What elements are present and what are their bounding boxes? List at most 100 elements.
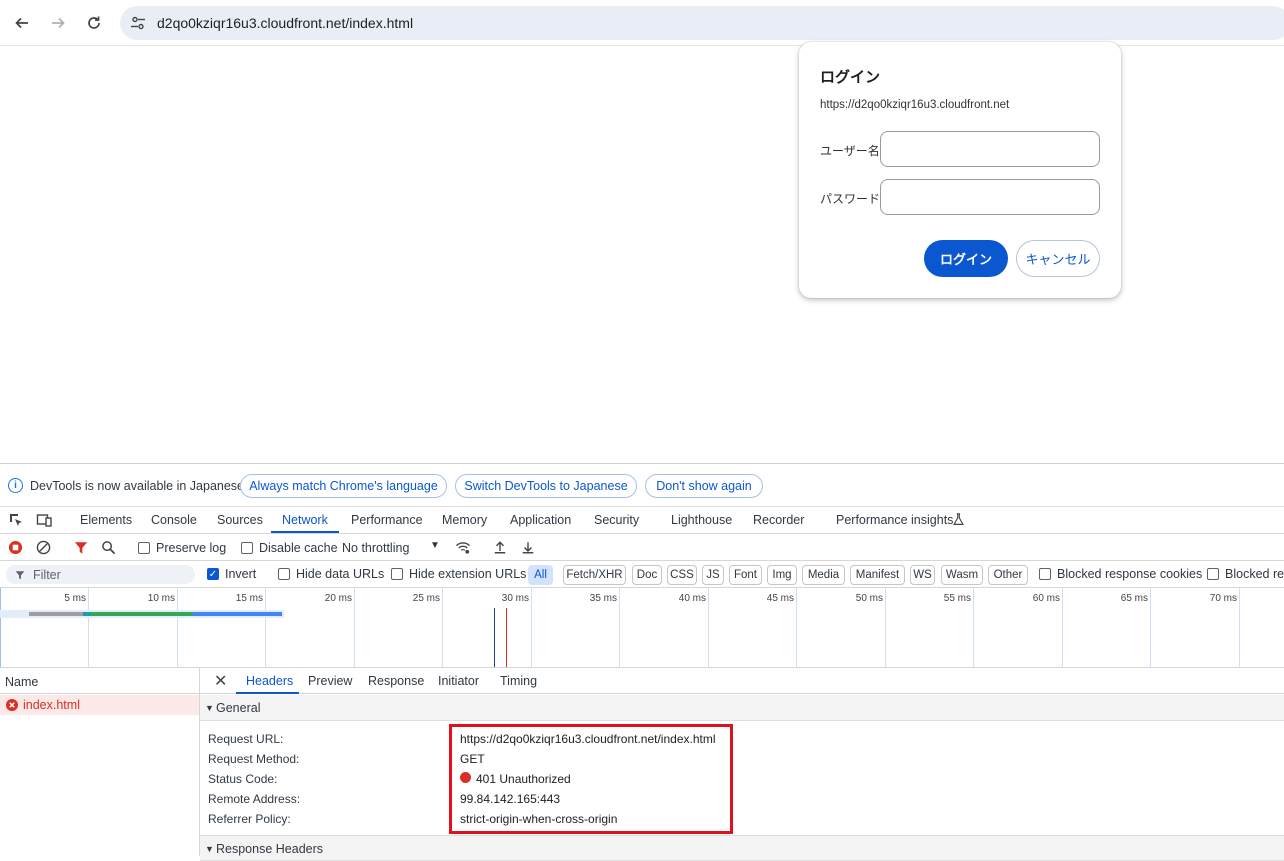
clear-icon[interactable] (36, 540, 51, 555)
filter-type-other[interactable]: Other (988, 565, 1028, 585)
filter-bar: Filter ✓ Invert Hide data URLs Hide exte… (0, 561, 1284, 588)
tab-recorder[interactable]: Recorder (753, 513, 804, 527)
switch-to-japanese-button[interactable]: Switch DevTools to Japanese (455, 474, 637, 498)
tick-label: 40 ms (678, 593, 706, 604)
dont-show-again-button[interactable]: Don't show again (645, 474, 763, 498)
login-button[interactable]: ログイン (924, 240, 1008, 277)
reload-button[interactable] (82, 11, 106, 35)
tick-label: 5 ms (64, 593, 86, 604)
tick-label: 70 ms (1209, 593, 1237, 604)
tab-initiator[interactable]: Initiator (438, 674, 479, 688)
language-infobar: i DevTools is now available in Japanese!… (0, 464, 1284, 507)
import-har-icon[interactable] (493, 540, 507, 555)
tab-elements[interactable]: Elements (80, 513, 132, 527)
hide-extension-urls-checkbox[interactable] (391, 568, 403, 580)
filter-input[interactable]: Filter (6, 565, 195, 584)
tab-memory[interactable]: Memory (442, 513, 487, 527)
tick-line (973, 588, 974, 667)
network-conditions-icon[interactable] (455, 540, 471, 555)
tick-label: 20 ms (324, 593, 352, 604)
back-button[interactable] (10, 11, 34, 35)
filter-icon[interactable] (74, 540, 88, 555)
tab-headers[interactable]: Headers (246, 674, 293, 688)
throttling-select[interactable]: No throttling (342, 541, 409, 555)
tick-label: 10 ms (147, 593, 175, 604)
tick-line (531, 588, 532, 667)
tab-performance[interactable]: Performance (351, 513, 423, 527)
details-tab-indicator (236, 692, 299, 694)
preserve-log-checkbox[interactable] (138, 542, 150, 554)
tab-timing[interactable]: Timing (500, 674, 537, 688)
filter-type-img[interactable]: Img (767, 565, 797, 585)
url-text[interactable]: d2qo0kziqr16u3.cloudfront.net/index.html (157, 15, 413, 31)
always-match-language-button[interactable]: Always match Chrome's language (240, 474, 447, 498)
devtools-tabbar: Elements Console Sources Network Perform… (0, 507, 1284, 534)
device-toolbar-icon[interactable] (36, 512, 52, 528)
disable-cache-label: Disable cache (259, 541, 338, 555)
site-settings-icon[interactable] (130, 15, 146, 31)
filter-type-fetch-xhr[interactable]: Fetch/XHR (563, 565, 626, 585)
blocked-requests-label: Blocked rec (1225, 567, 1284, 581)
request-bar-connecting (83, 612, 91, 616)
filter-type-manifest[interactable]: Manifest (850, 565, 905, 585)
tick-label: 15 ms (235, 593, 263, 604)
blocked-response-cookies-checkbox[interactable] (1039, 568, 1051, 580)
tab-network[interactable]: Network (282, 513, 328, 527)
network-overview-timeline[interactable]: 5 ms 10 ms 15 ms 20 ms 25 ms 30 ms 35 ms… (0, 588, 1284, 668)
tab-preview[interactable]: Preview (308, 674, 352, 688)
tick-line (1062, 588, 1063, 667)
preserve-log-label: Preserve log (156, 541, 227, 555)
filter-type-js[interactable]: JS (702, 565, 724, 585)
filter-type-all[interactable]: All (528, 565, 553, 585)
tick-label: 65 ms (1120, 593, 1148, 604)
tab-performance-insights[interactable]: Performance insights (836, 513, 953, 527)
chevron-down-icon[interactable]: ▼ (430, 540, 440, 551)
address-bar[interactable]: d2qo0kziqr16u3.cloudfront.net/index.html (120, 6, 1284, 40)
password-field[interactable] (880, 179, 1100, 215)
filter-type-ws[interactable]: WS (910, 565, 935, 585)
tick-line (442, 588, 443, 667)
cancel-button[interactable]: キャンセル (1016, 240, 1100, 277)
tick-line (619, 588, 620, 667)
export-har-icon[interactable] (521, 540, 535, 555)
filter-type-font[interactable]: Font (729, 565, 762, 585)
request-row[interactable]: index.html (0, 695, 199, 715)
tab-lighthouse[interactable]: Lighthouse (671, 513, 732, 527)
tab-console[interactable]: Console (151, 513, 197, 527)
response-headers-section-header[interactable]: ▼ Response Headers (200, 835, 1284, 861)
name-column-header[interactable]: Name (0, 668, 199, 694)
record-stop-icon[interactable] (8, 540, 23, 555)
disable-cache-checkbox[interactable] (241, 542, 253, 554)
tab-response[interactable]: Response (368, 674, 424, 688)
arrow-left-icon (15, 17, 28, 29)
filter-type-wasm[interactable]: Wasm (941, 565, 983, 585)
invert-checkbox[interactable]: ✓ (207, 568, 219, 580)
request-bar-download (193, 612, 282, 616)
tab-security[interactable]: Security (594, 513, 639, 527)
inspect-element-icon[interactable] (8, 512, 24, 528)
timeline-start-line (0, 588, 1, 667)
tick-line (885, 588, 886, 667)
username-field[interactable] (880, 131, 1100, 167)
error-icon (6, 699, 18, 711)
close-icon[interactable]: ✕ (214, 671, 227, 691)
referrer-policy-key: Referrer Policy: (208, 812, 291, 826)
tick-label: 35 ms (589, 593, 617, 604)
dialog-title: ログイン (820, 69, 881, 86)
hide-extension-urls-label: Hide extension URLs (409, 567, 527, 581)
funnel-icon (15, 571, 25, 580)
forward-button[interactable] (46, 11, 70, 35)
flask-icon (953, 513, 964, 525)
search-icon[interactable] (101, 540, 116, 555)
dialog-origin: https://d2qo0kziqr16u3.cloudfront.net (820, 99, 1010, 111)
network-toolbar: Preserve log Disable cache No throttling… (0, 534, 1284, 561)
hide-data-urls-checkbox[interactable] (278, 568, 290, 580)
filter-type-css[interactable]: CSS (667, 565, 697, 585)
filter-type-media[interactable]: Media (802, 565, 845, 585)
general-section-header[interactable]: ▼ General (200, 695, 1284, 721)
tab-application[interactable]: Application (510, 513, 571, 527)
tab-sources[interactable]: Sources (217, 513, 263, 527)
filter-type-doc[interactable]: Doc (632, 565, 662, 585)
blocked-requests-checkbox[interactable] (1207, 568, 1219, 580)
name-header-label: Name (5, 675, 39, 689)
